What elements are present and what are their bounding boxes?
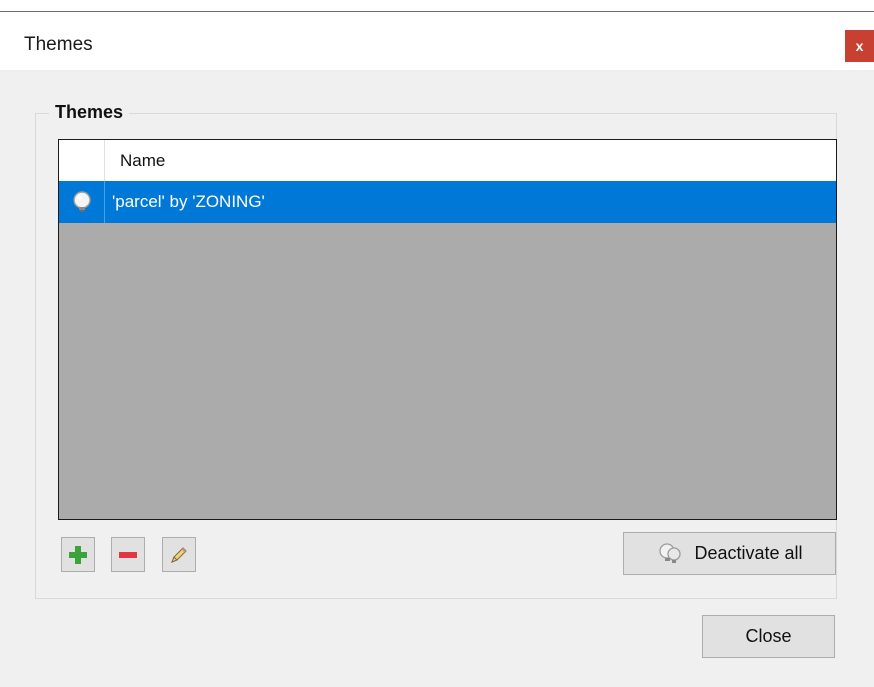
lightbulbs-icon	[659, 542, 682, 563]
window-title: Themes	[24, 34, 93, 55]
close-button-label: Close	[745, 626, 792, 646]
pencil-icon	[171, 546, 187, 563]
column-divider	[104, 140, 105, 181]
lightbulb-icon[interactable]	[59, 181, 104, 223]
list-header: Name	[59, 140, 836, 182]
close-icon: x	[855, 38, 864, 54]
remove-theme-button[interactable]	[111, 537, 145, 572]
add-theme-button[interactable]	[61, 537, 95, 572]
title-bar: Themes	[0, 12, 874, 70]
themes-list[interactable]: Name 'parcel' by 'ZONING'	[58, 139, 837, 520]
window-top-border	[0, 0, 874, 12]
list-item[interactable]: 'parcel' by 'ZONING'	[59, 181, 836, 223]
groupbox-legend: Themes	[49, 102, 130, 123]
edit-theme-button[interactable]	[162, 537, 196, 572]
window-close-button[interactable]: x	[845, 30, 874, 62]
minus-icon	[119, 551, 137, 558]
row-divider	[104, 181, 105, 223]
list-item-label: 'parcel' by 'ZONING'	[112, 192, 265, 211]
close-button[interactable]: Close	[702, 615, 835, 658]
plus-icon	[69, 545, 87, 564]
column-header-name[interactable]: Name	[120, 151, 165, 171]
deactivate-all-label: Deactivate all	[694, 543, 803, 563]
deactivate-all-button[interactable]: Deactivate all	[623, 532, 836, 575]
